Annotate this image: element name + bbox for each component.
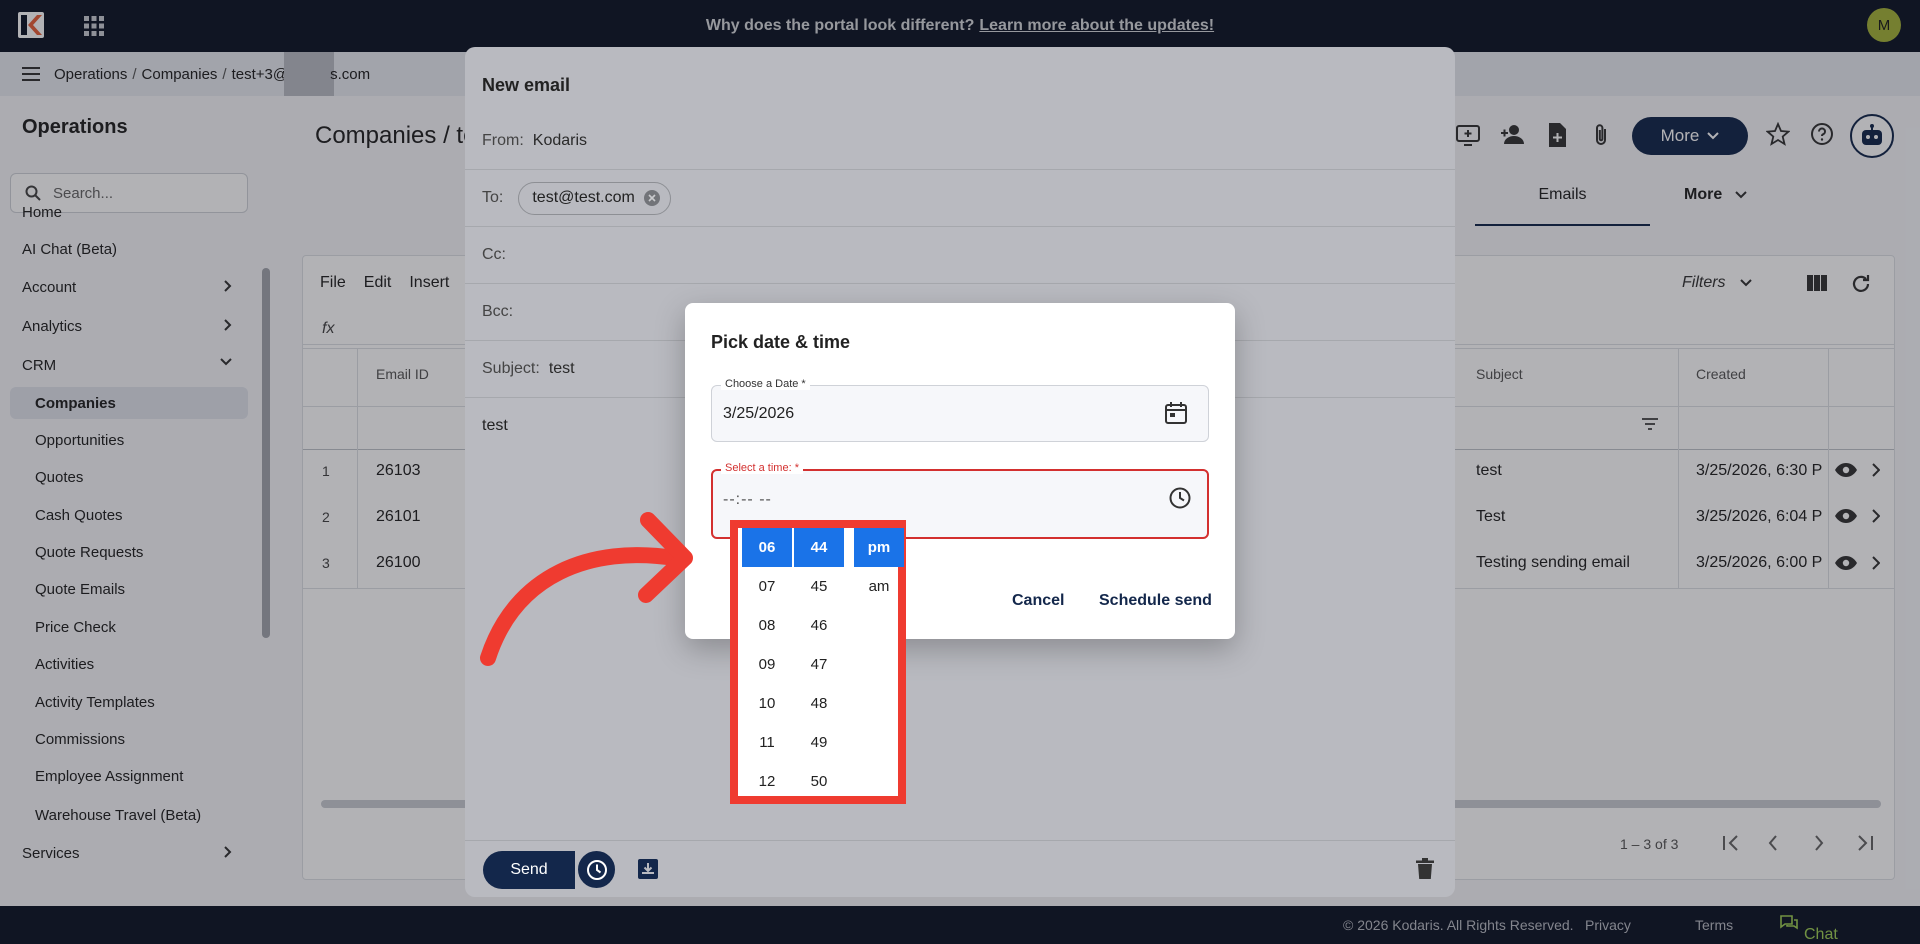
to-label: To: bbox=[482, 189, 504, 206]
hour-option[interactable]: 08 bbox=[742, 606, 792, 645]
ampm-option[interactable]: pm bbox=[854, 528, 904, 567]
remove-recipient-icon[interactable] bbox=[643, 190, 660, 206]
hours-column[interactable]: 06 07 08 09 10 11 12 bbox=[742, 528, 794, 801]
clock-icon bbox=[586, 859, 607, 880]
from-row: From: Kodaris bbox=[465, 113, 1455, 170]
cancel-button[interactable]: Cancel bbox=[1012, 592, 1064, 610]
from-label: From: bbox=[482, 132, 524, 149]
ampm-column[interactable]: pm am bbox=[854, 528, 906, 606]
email-dialog-title: New email bbox=[482, 75, 571, 95]
email-body[interactable]: test bbox=[482, 417, 508, 435]
hour-option[interactable]: 12 bbox=[742, 762, 792, 801]
email-footer: Send bbox=[465, 840, 1455, 897]
date-field-value: 3/25/2026 bbox=[723, 405, 795, 422]
minutes-column[interactable]: 44 45 46 47 48 49 50 bbox=[794, 528, 846, 801]
save-draft-icon[interactable] bbox=[637, 858, 659, 880]
from-value[interactable]: Kodaris bbox=[533, 132, 587, 150]
schedule-send-button[interactable]: Schedule send bbox=[1099, 592, 1212, 610]
minute-option[interactable]: 50 bbox=[794, 762, 844, 801]
hour-option[interactable]: 07 bbox=[742, 567, 792, 606]
annotation-arrow bbox=[470, 500, 700, 680]
picker-title: Pick date & time bbox=[711, 332, 851, 352]
minute-option[interactable]: 47 bbox=[794, 645, 844, 684]
subject-label: Subject: bbox=[482, 360, 540, 377]
time-field-value: --:-- -- bbox=[723, 491, 772, 508]
recipient-chip[interactable]: test@test.com bbox=[518, 181, 671, 215]
hour-option[interactable]: 11 bbox=[742, 723, 792, 762]
hour-option[interactable]: 06 bbox=[742, 528, 792, 567]
to-row[interactable]: To: test@test.com bbox=[465, 170, 1455, 227]
cc-label: Cc: bbox=[482, 246, 506, 263]
time-field-label: Select a time: * bbox=[721, 462, 803, 474]
ampm-option[interactable]: am bbox=[854, 567, 904, 606]
time-picker-dropdown: 06 07 08 09 10 11 12 44 45 46 47 48 49 50 pm am bbox=[730, 520, 906, 804]
hour-option[interactable]: 10 bbox=[742, 684, 792, 723]
bcc-label: Bcc: bbox=[482, 303, 514, 320]
calendar-icon[interactable] bbox=[1164, 401, 1188, 425]
recipient-chip-label: test@test.com bbox=[532, 189, 635, 206]
cc-row[interactable]: Cc: bbox=[465, 227, 1455, 284]
send-button[interactable]: Send bbox=[483, 851, 575, 889]
minute-option[interactable]: 48 bbox=[794, 684, 844, 723]
minute-option[interactable]: 49 bbox=[794, 723, 844, 762]
schedule-send-button[interactable] bbox=[576, 849, 617, 890]
minute-option[interactable]: 46 bbox=[794, 606, 844, 645]
subject-value[interactable]: test bbox=[549, 360, 575, 378]
delete-icon[interactable] bbox=[1416, 858, 1434, 880]
hour-option[interactable]: 09 bbox=[742, 645, 792, 684]
date-field-label: Choose a Date * bbox=[721, 378, 810, 390]
minute-option[interactable]: 44 bbox=[794, 528, 844, 567]
minute-option[interactable]: 45 bbox=[794, 567, 844, 606]
clock-icon[interactable] bbox=[1168, 486, 1192, 510]
